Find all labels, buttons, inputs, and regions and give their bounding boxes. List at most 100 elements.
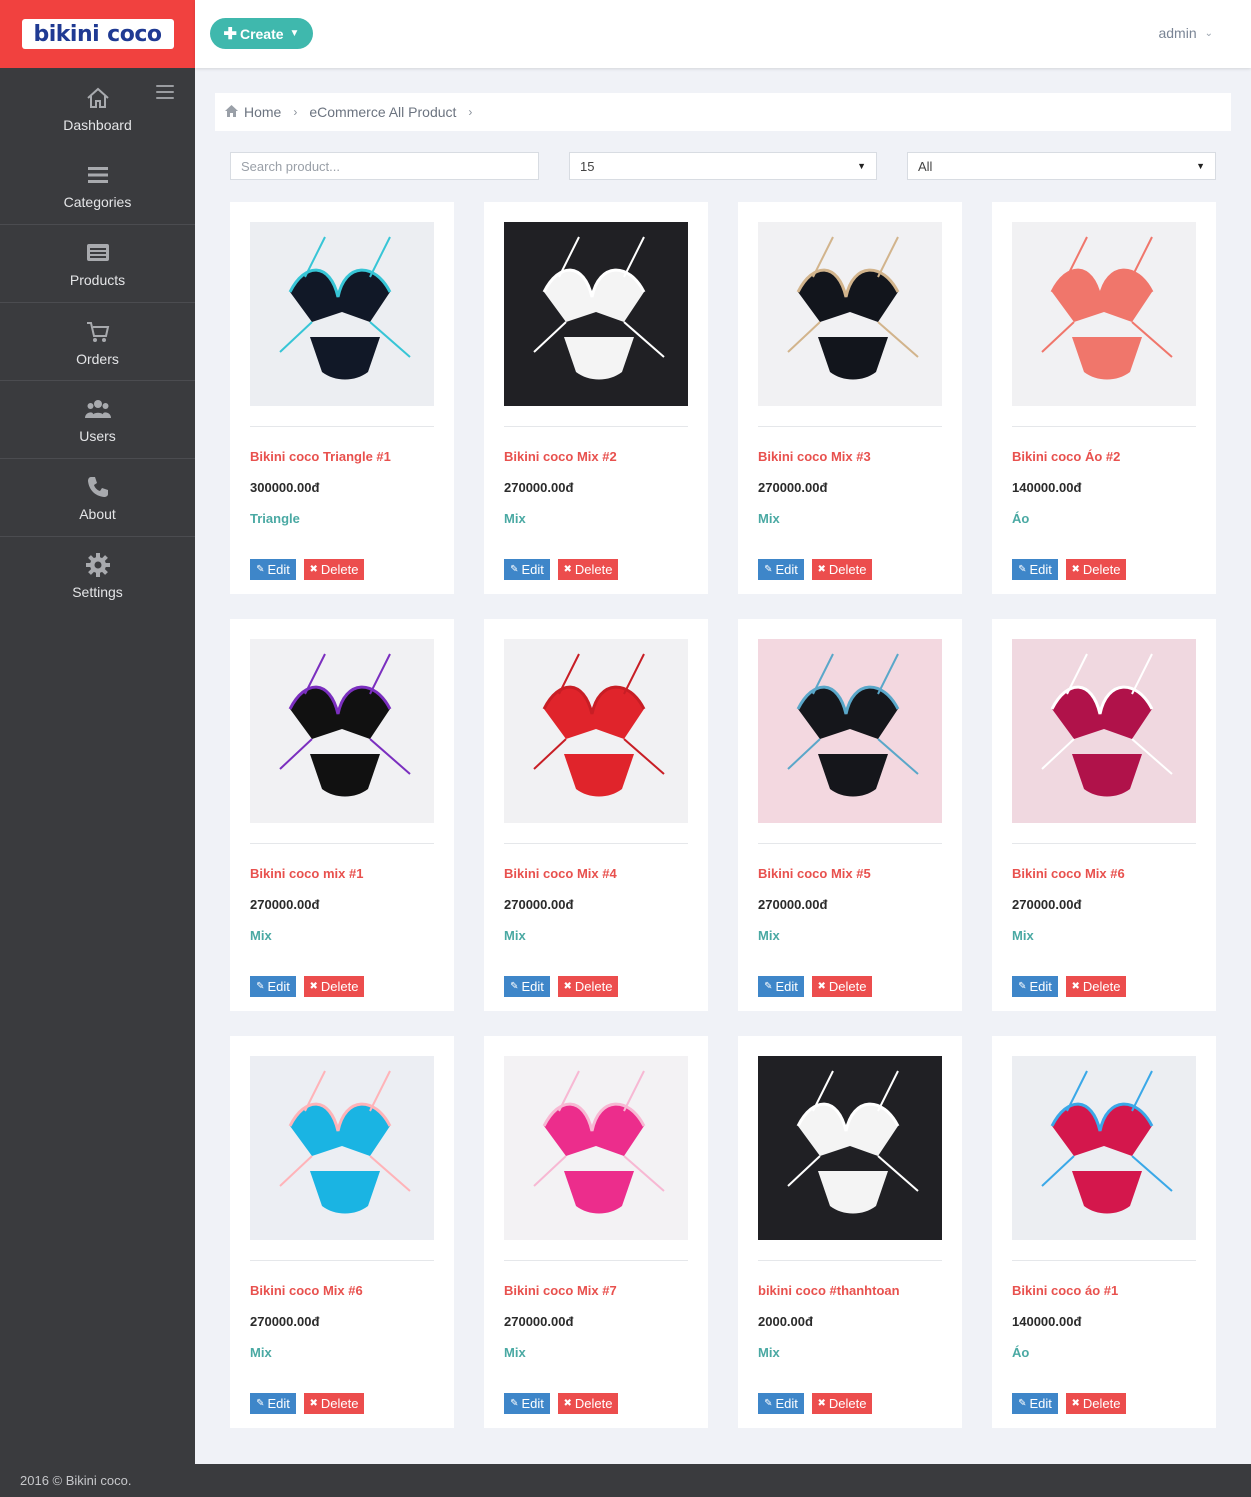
product-price: 140000.00đ [1012, 1314, 1082, 1329]
create-label: Create [239, 25, 284, 42]
close-icon: ✖ [1071, 564, 1080, 575]
card-divider [1012, 843, 1196, 844]
product-image[interactable] [504, 639, 688, 823]
search-input[interactable] [230, 152, 539, 180]
edit-button[interactable]: ✎ Edit [250, 976, 296, 997]
product-image[interactable] [758, 639, 942, 823]
product-category: Mix [758, 511, 780, 526]
product-image[interactable] [250, 639, 434, 823]
product-image[interactable] [1012, 222, 1196, 406]
product-image[interactable] [758, 1056, 942, 1240]
pencil-icon: ✎ [510, 981, 519, 992]
product-image[interactable] [1012, 639, 1196, 823]
delete-label: Delete [1082, 562, 1121, 577]
product-name[interactable]: Bikini coco Áo #2 [1012, 449, 1120, 464]
sidebar-item-about[interactable]: About [0, 459, 195, 537]
delete-button[interactable]: ✖ Delete [558, 1393, 618, 1414]
edit-button[interactable]: ✎ Edit [250, 559, 296, 580]
product-name[interactable]: Bikini coco áo #1 [1012, 1283, 1118, 1298]
product-price: 270000.00đ [1012, 897, 1082, 912]
edit-label: Edit [775, 562, 798, 577]
product-category: Áo [1012, 1345, 1030, 1360]
product-name[interactable]: Bikini coco Mix #6 [1012, 866, 1125, 881]
dropdown-arrow-icon: ▼ [1196, 161, 1205, 171]
card-divider [504, 843, 688, 844]
delete-button[interactable]: ✖ Delete [1066, 1393, 1126, 1414]
edit-button[interactable]: ✎ Edit [250, 1393, 296, 1414]
edit-button[interactable]: ✎ Edit [1012, 976, 1058, 997]
chevron-right-icon: › [293, 105, 298, 119]
product-name[interactable]: bikini coco #thanhtoan [758, 1283, 900, 1298]
edit-button[interactable]: ✎ Edit [504, 559, 550, 580]
delete-button[interactable]: ✖ Delete [558, 559, 618, 580]
brand-logo[interactable]: bikini coco [21, 19, 174, 49]
card-divider [250, 843, 434, 844]
edit-label: Edit [267, 979, 290, 994]
edit-button[interactable]: ✎ Edit [1012, 1393, 1058, 1414]
product-image[interactable] [1012, 1056, 1196, 1240]
close-icon: ✖ [563, 981, 572, 992]
sidebar-item-label: Orders [76, 351, 119, 367]
delete-button[interactable]: ✖ Delete [304, 1393, 364, 1414]
category-filter-select[interactable]: All ▼ [907, 152, 1216, 180]
product-name[interactable]: Bikini coco Mix #6 [250, 1283, 363, 1298]
edit-button[interactable]: ✎ Edit [1012, 559, 1058, 580]
card-divider [504, 426, 688, 427]
breadcrumb-home[interactable]: Home [244, 104, 281, 120]
product-image[interactable] [504, 1056, 688, 1240]
create-button[interactable]: ✚ Create ▼ [210, 18, 313, 49]
product-image[interactable] [250, 1056, 434, 1240]
sidebar-item-orders[interactable]: Orders [0, 304, 195, 382]
sidebar-item-dashboard[interactable]: Dashboard [0, 70, 195, 148]
product-price: 300000.00đ [250, 480, 320, 495]
product-name[interactable]: Bikini coco Mix #5 [758, 866, 871, 881]
breadcrumb-current[interactable]: eCommerce All Product [309, 104, 456, 120]
per-page-select[interactable]: 15 ▼ [569, 152, 877, 180]
edit-label: Edit [521, 562, 544, 577]
edit-label: Edit [267, 1396, 290, 1411]
product-name[interactable]: Bikini coco mix #1 [250, 866, 363, 881]
delete-button[interactable]: ✖ Delete [812, 976, 872, 997]
product-name[interactable]: Bikini coco Mix #4 [504, 866, 617, 881]
delete-button[interactable]: ✖ Delete [1066, 559, 1126, 580]
delete-button[interactable]: ✖ Delete [304, 559, 364, 580]
delete-button[interactable]: ✖ Delete [812, 559, 872, 580]
product-image[interactable] [758, 222, 942, 406]
edit-button[interactable]: ✎ Edit [758, 1393, 804, 1414]
sidebar-item-categories[interactable]: Categories [0, 147, 195, 225]
delete-label: Delete [828, 979, 867, 994]
sidebar-item-label: Dashboard [63, 117, 132, 133]
sidebar-item-users[interactable]: Users [0, 381, 195, 459]
product-category: Mix [250, 1345, 272, 1360]
product-category: Mix [504, 511, 526, 526]
delete-label: Delete [1082, 979, 1121, 994]
sidebar-item-products[interactable]: Products [0, 225, 195, 303]
card-divider [758, 1260, 942, 1261]
product-name[interactable]: Bikini coco Mix #2 [504, 449, 617, 464]
product-image[interactable] [504, 222, 688, 406]
delete-button[interactable]: ✖ Delete [304, 976, 364, 997]
edit-label: Edit [267, 562, 290, 577]
edit-label: Edit [521, 979, 544, 994]
edit-button[interactable]: ✎ Edit [504, 976, 550, 997]
user-menu[interactable]: admin ⌄ [1158, 25, 1213, 41]
pencil-icon: ✎ [256, 1398, 265, 1409]
logo-area[interactable]: bikini coco [0, 0, 195, 68]
close-icon: ✖ [817, 564, 826, 575]
edit-button[interactable]: ✎ Edit [504, 1393, 550, 1414]
delete-button[interactable]: ✖ Delete [812, 1393, 872, 1414]
card-divider [250, 1260, 434, 1261]
edit-button[interactable]: ✎ Edit [758, 976, 804, 997]
product-name[interactable]: Bikini coco Mix #7 [504, 1283, 617, 1298]
edit-button[interactable]: ✎ Edit [758, 559, 804, 580]
product-name[interactable]: Bikini coco Mix #3 [758, 449, 871, 464]
users-icon [84, 396, 111, 422]
product-name[interactable]: Bikini coco Triangle #1 [250, 449, 391, 464]
sidebar-item-settings[interactable]: Settings [0, 537, 195, 615]
delete-button[interactable]: ✖ Delete [558, 976, 618, 997]
card-divider [504, 1260, 688, 1261]
product-image[interactable] [250, 222, 434, 406]
close-icon: ✖ [1071, 981, 1080, 992]
delete-button[interactable]: ✖ Delete [1066, 976, 1126, 997]
product-card: Bikini coco Mix #2 270000.00đ Mix ✎ Edit ✖ Del… [484, 202, 708, 594]
